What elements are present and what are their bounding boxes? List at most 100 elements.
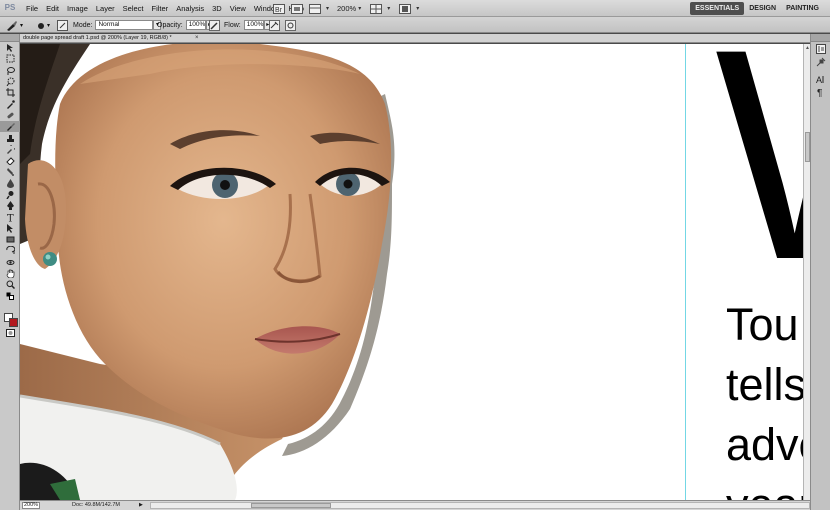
mode-label: Mode: bbox=[73, 21, 93, 29]
pressure-size-icon bbox=[285, 19, 296, 31]
panel-dock: A ¶ bbox=[810, 34, 830, 510]
chevron-down-icon[interactable]: ▾ bbox=[416, 5, 419, 12]
menu-file[interactable]: File bbox=[22, 0, 42, 17]
body-text-line: Tou bbox=[726, 299, 799, 350]
pressure-size-toggle[interactable] bbox=[285, 19, 296, 31]
lasso-tool-icon[interactable] bbox=[0, 65, 20, 76]
options-bar: ▾ ▾ Mode: Normal ▾ Opacity: 100% ▸ Flow:… bbox=[0, 17, 830, 33]
blur-tool-icon[interactable] bbox=[0, 178, 20, 189]
brush-tip-icon bbox=[38, 22, 44, 29]
headline-drop-letter: W bbox=[715, 44, 803, 304]
svg-text:¶: ¶ bbox=[817, 88, 822, 97]
history-panel-icon[interactable] bbox=[811, 42, 830, 55]
mode-control: Mode: Normal ▾ bbox=[73, 19, 162, 31]
status-bar: 200% Doc: 49.8M/142.7M ▶ bbox=[20, 500, 810, 510]
menu-image[interactable]: Image bbox=[63, 0, 92, 17]
chevron-down-icon: ▾ bbox=[47, 22, 51, 29]
chevron-down-icon[interactable]: ▾ bbox=[358, 5, 361, 12]
menu-edit[interactable]: Edit bbox=[42, 0, 63, 17]
workspace-design[interactable]: DESIGN bbox=[744, 2, 781, 15]
application-bar: Br ▾ 200% ▾ ▾ ▾ bbox=[272, 1, 427, 16]
layout-guide bbox=[685, 44, 686, 500]
move-tool-icon[interactable] bbox=[0, 42, 20, 53]
actions-panel-icon[interactable] bbox=[811, 55, 830, 68]
tools-panel-header[interactable] bbox=[0, 34, 19, 42]
opacity-input[interactable]: 100% bbox=[185, 20, 206, 30]
menu-view[interactable]: View bbox=[226, 0, 250, 17]
mini-bridge-icon[interactable] bbox=[290, 2, 304, 15]
eraser-tool-icon[interactable] bbox=[0, 155, 20, 166]
body-text-line: adve bbox=[726, 419, 803, 470]
menu-list: File Edit Image Layer Select Filter Anal… bbox=[22, 0, 308, 17]
menu-select[interactable]: Select bbox=[119, 0, 148, 17]
airbrush-toggle[interactable] bbox=[269, 19, 280, 31]
path-selection-tool-icon[interactable] bbox=[0, 223, 20, 234]
photoshop-logo: PS bbox=[4, 3, 16, 12]
airbrush-icon bbox=[269, 19, 280, 31]
brush-preset-picker[interactable]: ▾ bbox=[36, 19, 50, 31]
zoom-tool-icon[interactable] bbox=[0, 279, 20, 290]
gradient-tool-icon[interactable] bbox=[0, 166, 20, 177]
horizontal-scrollbar[interactable] bbox=[150, 502, 810, 509]
opacity-control: Opacity: 100% ▸ bbox=[157, 19, 214, 31]
pressure-opacity-toggle[interactable] bbox=[209, 19, 220, 31]
workspace-switcher: ESSENTIALS DESIGN PAINTING bbox=[690, 2, 824, 15]
menu-bar: PS File Edit Image Layer Select Filter A… bbox=[0, 0, 830, 17]
workspace-essentials[interactable]: ESSENTIALS bbox=[690, 2, 745, 15]
history-brush-tool-icon[interactable] bbox=[0, 144, 20, 155]
zoom-level[interactable]: 200% bbox=[337, 4, 356, 13]
document-canvas[interactable]: W Tou tells adve year bbox=[20, 44, 803, 500]
menu-analysis[interactable]: Analysis bbox=[172, 0, 208, 17]
chevron-down-icon[interactable]: ▾ bbox=[387, 5, 390, 12]
menu-3d[interactable]: 3D bbox=[208, 0, 226, 17]
chevron-down-icon[interactable]: ▾ bbox=[326, 5, 329, 12]
flow-input[interactable]: 100% bbox=[243, 20, 264, 30]
brush-icon bbox=[7, 20, 17, 31]
status-menu-arrow[interactable]: ▶ bbox=[139, 501, 143, 510]
paragraph-panel-icon[interactable]: ¶ bbox=[811, 85, 830, 98]
bridge-icon[interactable]: Br bbox=[272, 2, 286, 15]
pen-tool-icon[interactable] bbox=[0, 200, 20, 211]
mode-select[interactable]: Normal bbox=[95, 20, 154, 30]
flow-label: Flow: bbox=[224, 21, 241, 29]
tools-panel: T bbox=[0, 34, 20, 510]
workspace-painting[interactable]: PAINTING bbox=[781, 2, 824, 15]
eyedropper-tool-icon[interactable] bbox=[0, 98, 20, 109]
status-zoom-field[interactable]: 200% bbox=[22, 502, 40, 509]
crop-tool-icon[interactable] bbox=[0, 87, 20, 98]
background-color-swatch[interactable] bbox=[9, 318, 18, 327]
body-text-line: year bbox=[726, 482, 803, 500]
flow-control: Flow: 100% ▸ bbox=[224, 19, 272, 31]
arrange-documents-icon[interactable] bbox=[369, 2, 383, 15]
hand-tool-icon[interactable] bbox=[0, 268, 20, 279]
type-tool-icon[interactable]: T bbox=[0, 211, 20, 222]
vertical-scrollbar[interactable]: ▲ bbox=[803, 44, 810, 500]
menu-layer[interactable]: Layer bbox=[92, 0, 119, 17]
clone-stamp-tool-icon[interactable] bbox=[0, 132, 20, 143]
document-size-info: Doc: 49.8M/142.7M bbox=[72, 502, 120, 508]
marquee-tool-icon[interactable] bbox=[0, 53, 20, 64]
quick-selection-tool-icon[interactable] bbox=[0, 76, 20, 87]
character-panel-icon[interactable]: A bbox=[811, 72, 830, 85]
opacity-label: Opacity: bbox=[157, 21, 183, 29]
close-icon[interactable]: × bbox=[195, 34, 199, 43]
screen-mode-icon[interactable] bbox=[398, 2, 412, 15]
view-extras-icon[interactable] bbox=[308, 2, 322, 15]
rectangle-tool-icon[interactable] bbox=[0, 234, 20, 245]
dock-header[interactable] bbox=[811, 34, 830, 42]
3d-rotate-tool-icon[interactable] bbox=[0, 245, 20, 256]
spot-healing-tool-icon[interactable] bbox=[0, 110, 20, 121]
document-tab[interactable]: double page spread draft 1.psd @ 200% (L… bbox=[20, 34, 810, 43]
quick-mask-icon[interactable] bbox=[0, 327, 20, 338]
dodge-tool-icon[interactable] bbox=[0, 189, 20, 200]
brush-tool-icon[interactable] bbox=[0, 121, 20, 133]
brush-panel-toggle[interactable] bbox=[57, 19, 68, 31]
tool-preset-picker[interactable]: ▾ bbox=[6, 19, 23, 31]
3d-orbit-tool-icon[interactable] bbox=[0, 257, 20, 268]
menu-filter[interactable]: Filter bbox=[148, 0, 173, 17]
pressure-icon bbox=[209, 19, 220, 31]
svg-text:A: A bbox=[816, 75, 822, 84]
chevron-down-icon: ▾ bbox=[20, 22, 24, 29]
default-colors-icon[interactable] bbox=[0, 291, 20, 302]
horizontal-scroll-thumb[interactable] bbox=[251, 503, 331, 508]
